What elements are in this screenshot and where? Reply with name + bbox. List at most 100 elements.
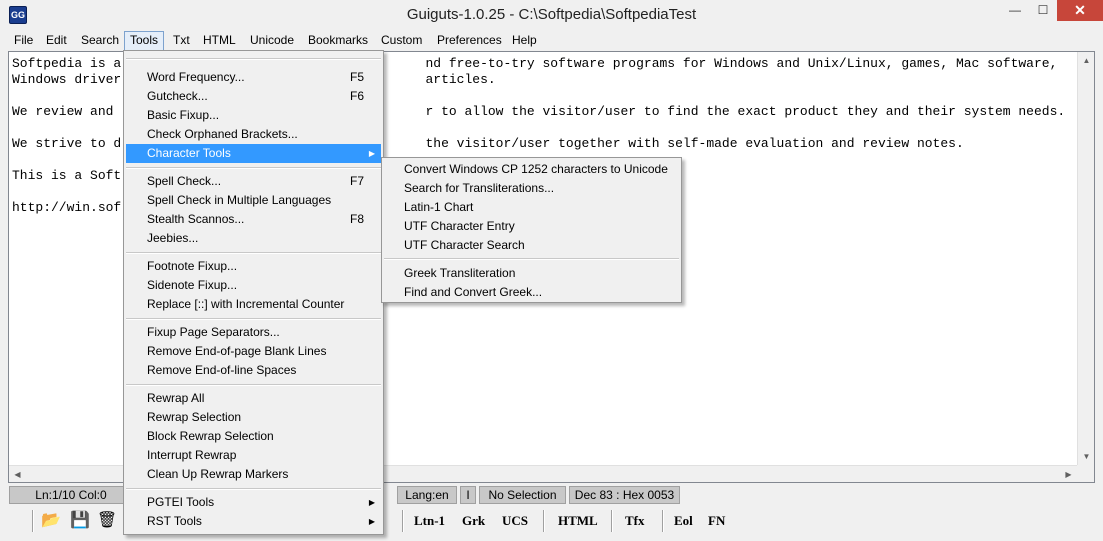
- status-selection[interactable]: No Selection: [479, 486, 566, 504]
- menu-item-word-frequency[interactable]: Word Frequency... F5: [126, 68, 381, 87]
- status-position[interactable]: Ln:1/10 Col:0: [9, 486, 133, 504]
- menu-item-label: Block Rewrap Selection: [147, 429, 274, 443]
- menu-separator: [126, 252, 381, 254]
- menu-html[interactable]: HTML: [198, 31, 241, 51]
- menu-item-shortcut: F6: [349, 89, 364, 103]
- menu-item-spell-check[interactable]: Spell Check... F7: [126, 172, 381, 191]
- menu-item-fixup-page-separators[interactable]: Fixup Page Separators...: [126, 323, 381, 342]
- menu-item-character-tools[interactable]: Character Tools ▶: [126, 144, 381, 163]
- menu-item-label: Rewrap Selection: [147, 410, 242, 424]
- menu-item-latin1-chart[interactable]: Latin-1 Chart: [384, 198, 679, 217]
- greek-button[interactable]: Grk: [462, 512, 485, 530]
- menu-separator: [126, 58, 381, 60]
- menu-item-sidenote-fixup[interactable]: Sidenote Fixup...: [126, 276, 381, 295]
- character-tools-submenu: Convert Windows CP 1252 characters to Un…: [381, 157, 682, 303]
- toolbar-separator: [32, 510, 34, 532]
- menu-item-rewrap-selection[interactable]: Rewrap Selection: [126, 408, 381, 427]
- window-title: Guiguts-1.0.25 - C:\Softpedia\SoftpediaT…: [406, 6, 697, 23]
- status-language[interactable]: Lang:en: [397, 486, 457, 504]
- menu-file[interactable]: File: [9, 31, 38, 51]
- menu-item-gutcheck[interactable]: Gutcheck... F6: [126, 87, 381, 106]
- menu-item-clean-up-rewrap-markers[interactable]: Clean Up Rewrap Markers: [126, 465, 381, 484]
- menu-item-label: Interrupt Rewrap: [147, 448, 237, 462]
- scroll-up-icon[interactable]: ▲: [1078, 52, 1095, 69]
- title-bar: GG Guiguts-1.0.25 - C:\Softpedia\Softped…: [0, 0, 1103, 31]
- menu-item-greek-transliteration[interactable]: Greek Transliteration: [384, 264, 679, 283]
- menu-item-utf-character-search[interactable]: UTF Character Search: [384, 236, 679, 255]
- menu-item-label: Replace [::] with Incremental Counter: [147, 297, 345, 311]
- menu-item-spell-check-multiple[interactable]: Spell Check in Multiple Languages: [126, 191, 381, 210]
- menu-custom[interactable]: Custom: [376, 31, 427, 51]
- menu-item-label: PGTEI Tools: [147, 495, 215, 509]
- submenu-arrow-icon: ▶: [368, 149, 375, 158]
- menu-item-convert-cp1252[interactable]: Convert Windows CP 1252 characters to Un…: [384, 160, 679, 179]
- toolbar-separator: [543, 510, 545, 532]
- toolbar-separator: [662, 510, 664, 532]
- menu-item-utf-character-entry[interactable]: UTF Character Entry: [384, 217, 679, 236]
- menu-item-label: UTF Character Entry: [404, 219, 515, 233]
- menu-item-label: Jeebies...: [147, 231, 199, 245]
- menu-separator: [126, 384, 381, 386]
- menu-edit[interactable]: Edit: [41, 31, 72, 51]
- toolbar-separator: [611, 510, 613, 532]
- menu-item-pgtei-tools[interactable]: PGTEI Tools ▶: [126, 493, 381, 512]
- html-button[interactable]: HTML: [558, 512, 598, 530]
- status-insert-mode[interactable]: I: [460, 486, 476, 504]
- submenu-arrow-icon: ▶: [368, 517, 375, 526]
- menu-item-label: Sidenote Fixup...: [147, 278, 238, 292]
- tools-menu: Word Frequency... F5 Gutcheck... F6 Basic …: [123, 50, 384, 535]
- ucs-button[interactable]: UCS: [502, 512, 528, 530]
- menu-item-label: Spell Check in Multiple Languages: [147, 193, 332, 207]
- maximize-button[interactable]: ☐: [1029, 0, 1057, 21]
- menu-bookmarks[interactable]: Bookmarks: [303, 31, 373, 51]
- menu-preferences[interactable]: Preferences: [432, 31, 507, 51]
- menu-item-remove-eop-blank-lines[interactable]: Remove End-of-page Blank Lines: [126, 342, 381, 361]
- fn-button[interactable]: FN: [708, 512, 725, 530]
- open-file-icon[interactable]: 📂: [40, 510, 62, 532]
- menu-item-stealth-scannos[interactable]: Stealth Scannos... F8: [126, 210, 381, 229]
- minimize-button[interactable]: —: [1001, 0, 1029, 21]
- menu-item-label: Rewrap All: [147, 391, 205, 405]
- menu-item-find-convert-greek[interactable]: Find and Convert Greek...: [384, 283, 679, 302]
- vertical-scrollbar[interactable]: ▲ ▼: [1077, 52, 1094, 465]
- scrollbar-corner: [1077, 465, 1094, 482]
- toolbar-separator: [402, 510, 404, 532]
- menu-item-label: UTF Character Search: [404, 238, 525, 252]
- menu-item-label: Spell Check...: [147, 174, 222, 188]
- close-button[interactable]: ✕: [1057, 0, 1103, 21]
- menu-search[interactable]: Search: [76, 31, 124, 51]
- menu-unicode[interactable]: Unicode: [245, 31, 299, 51]
- menu-separator: [126, 318, 381, 320]
- delete-icon[interactable]: 🗑: [96, 510, 118, 532]
- menu-help[interactable]: Help: [507, 31, 542, 51]
- submenu-arrow-icon: ▶: [368, 498, 375, 507]
- menu-item-label: Find and Convert Greek...: [404, 285, 543, 299]
- eol-button[interactable]: Eol: [674, 512, 693, 530]
- menu-item-label: Remove End-of-page Blank Lines: [147, 344, 327, 358]
- menu-item-interrupt-rewrap[interactable]: Interrupt Rewrap: [126, 446, 381, 465]
- menu-item-label: Footnote Fixup...: [147, 259, 238, 273]
- menu-separator: [384, 258, 679, 260]
- menu-item-check-orphaned-brackets[interactable]: Check Orphaned Brackets...: [126, 125, 381, 144]
- scroll-down-icon[interactable]: ▼: [1078, 448, 1095, 465]
- menu-item-search-transliterations[interactable]: Search for Transliterations...: [384, 179, 679, 198]
- menu-item-label: Basic Fixup...: [147, 108, 220, 122]
- menu-item-label: Latin-1 Chart: [404, 200, 474, 214]
- menu-item-rst-tools[interactable]: RST Tools ▶: [126, 512, 381, 531]
- menu-item-rewrap-all[interactable]: Rewrap All: [126, 389, 381, 408]
- scroll-left-icon[interactable]: ◀: [9, 466, 26, 483]
- save-file-icon[interactable]: 💾: [69, 510, 91, 532]
- latin1-button[interactable]: Ltn-1: [414, 512, 445, 530]
- menu-item-block-rewrap-selection[interactable]: Block Rewrap Selection: [126, 427, 381, 446]
- status-char-code[interactable]: Dec 83 : Hex 0053: [569, 486, 680, 504]
- menu-item-basic-fixup[interactable]: Basic Fixup...: [126, 106, 381, 125]
- tfx-button[interactable]: Tfx: [625, 512, 645, 530]
- menu-tools[interactable]: Tools: [124, 31, 165, 51]
- menu-item-jeebies[interactable]: Jeebies...: [126, 229, 381, 248]
- menu-item-footnote-fixup[interactable]: Footnote Fixup...: [126, 257, 381, 276]
- menu-item-remove-eol-spaces[interactable]: Remove End-of-line Spaces: [126, 361, 381, 380]
- scroll-right-icon[interactable]: ▶: [1060, 466, 1077, 483]
- menu-item-replace-incremental-counter[interactable]: Replace [::] with Incremental Counter: [126, 295, 381, 314]
- menu-txt[interactable]: Txt: [168, 31, 195, 51]
- menu-item-label: RST Tools: [147, 514, 202, 528]
